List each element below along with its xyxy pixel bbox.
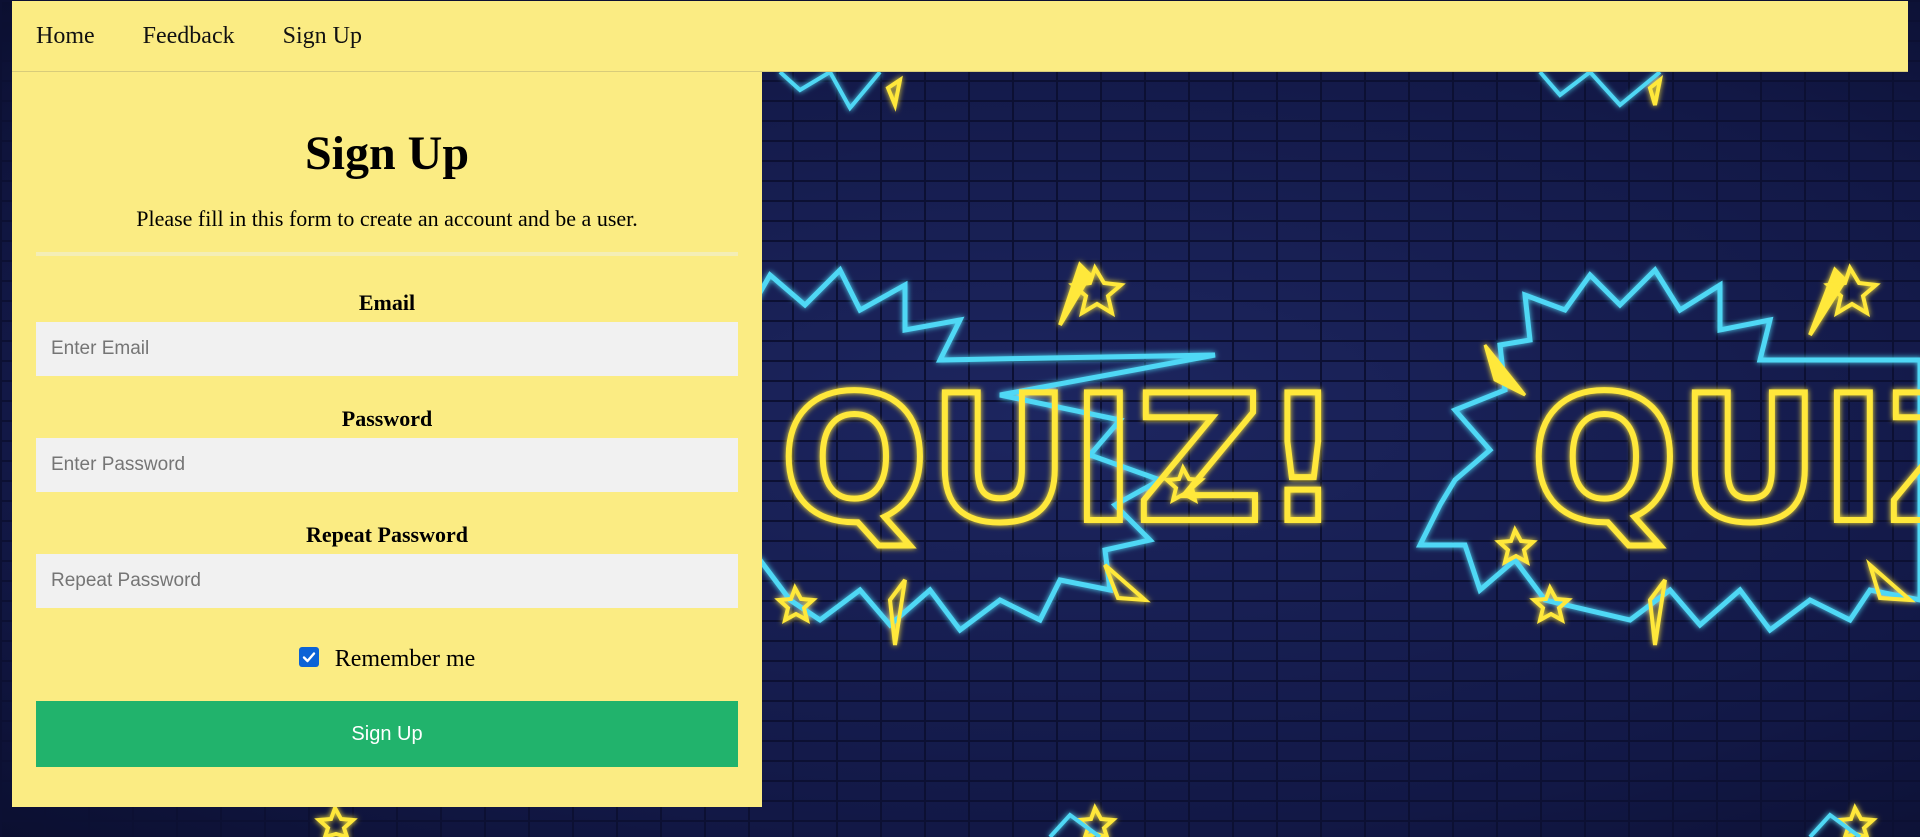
email-field[interactable] — [36, 322, 738, 376]
signup-form-panel: Sign Up Please fill in this form to crea… — [12, 72, 762, 807]
password-label: Password — [341, 406, 433, 431]
quiz-badge-text: QUIZ! — [1530, 359, 1920, 562]
form-title: Sign Up — [304, 127, 470, 180]
quiz-burst-icon: QUIZ! — [1415, 263, 1920, 646]
remember-me-row: Remember me — [36, 646, 738, 673]
nav-feedback-link[interactable]: Feedback — [143, 23, 235, 50]
remember-me-checkbox[interactable] — [298, 646, 319, 667]
remember-me-label: Remember me — [334, 646, 476, 672]
email-label: Email — [358, 290, 416, 315]
repeat-password-label: Repeat Password — [306, 522, 468, 547]
form-divider — [36, 252, 738, 256]
quiz-badge-text: QUIZ! — [780, 359, 1343, 562]
nav-home-link[interactable]: Home — [36, 23, 95, 50]
password-field[interactable] — [36, 438, 738, 492]
repeat-password-field[interactable] — [36, 554, 738, 608]
top-navbar: Home Feedback Sign Up — [12, 1, 1908, 72]
form-subtitle: Please fill in this form to create an ac… — [136, 206, 638, 231]
signup-submit-button[interactable]: Sign Up — [36, 701, 738, 767]
checkmark-icon — [302, 651, 315, 662]
nav-signup-link[interactable]: Sign Up — [283, 23, 362, 50]
